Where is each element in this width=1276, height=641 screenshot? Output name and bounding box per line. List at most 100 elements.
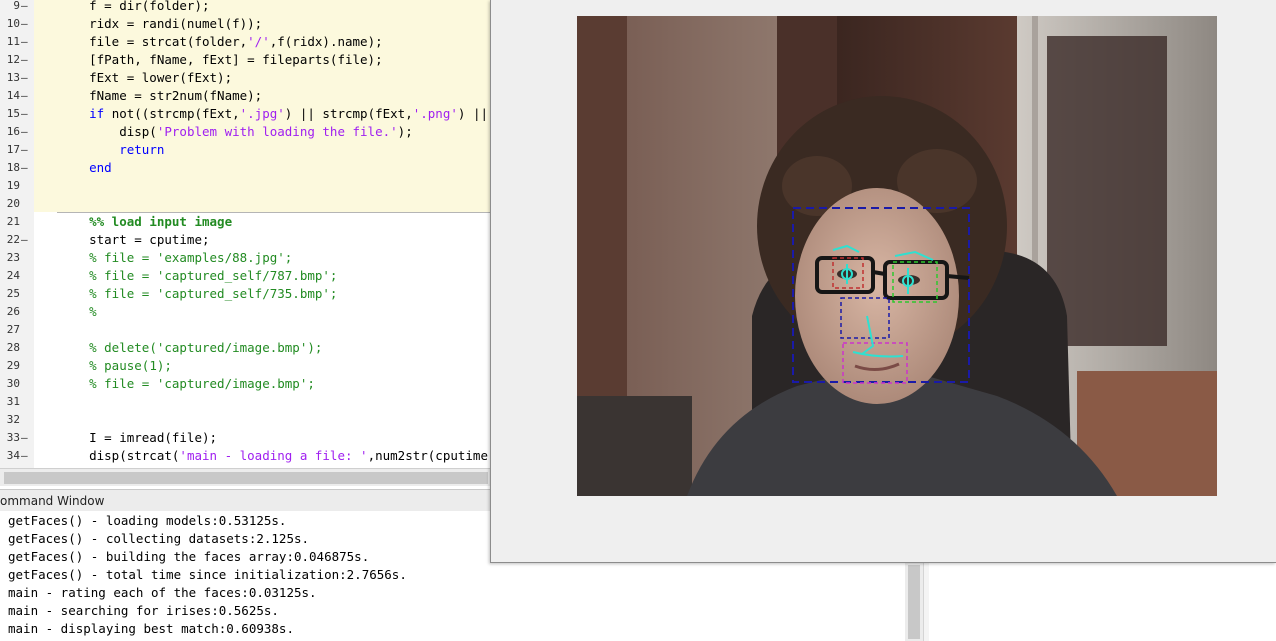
code-token: '/' (247, 34, 270, 49)
code-line[interactable]: 33– I = imread(file); (0, 429, 491, 447)
code-line[interactable]: 18– end (0, 159, 491, 177)
breakpoint-marker[interactable]: – (21, 141, 29, 159)
code-token: disp( (59, 124, 157, 139)
command-window-scroll-thumb[interactable] (908, 565, 920, 639)
code-text: ridx = randi(numel(f)); (59, 15, 262, 33)
line-number: 20 (6, 197, 20, 210)
code-token: % (89, 304, 97, 319)
line-number: 22 (6, 233, 20, 246)
code-token: fName = str2num(fName); (59, 88, 263, 103)
code-line[interactable]: 10– ridx = randi(numel(f)); (0, 15, 491, 33)
code-token: fExt = lower(fExt); (59, 70, 233, 85)
line-number: 19 (6, 179, 20, 192)
code-line[interactable]: 25 % file = 'captured_self/735.bmp'; (0, 285, 491, 303)
code-line[interactable]: 22– start = cputime; (0, 231, 491, 249)
code-text: disp('Problem with loading the file.'); (59, 123, 413, 141)
line-number: 32 (6, 413, 20, 426)
breakpoint-marker[interactable]: – (21, 33, 29, 51)
code-line[interactable]: 26 % (0, 303, 491, 321)
code-line[interactable]: 23 % file = 'examples/88.jpg'; (0, 249, 491, 267)
line-number: 29 (6, 359, 20, 372)
code-token: %% load input image (89, 214, 233, 229)
line-number: 27 (6, 323, 20, 336)
breakpoint-marker[interactable]: – (21, 159, 29, 177)
code-line[interactable]: 20 (0, 195, 491, 213)
line-number: 11 (6, 35, 20, 48)
code-text: % file = 'captured_self/735.bmp'; (59, 285, 337, 303)
code-token: f = dir(folder); (59, 0, 210, 13)
breakpoint-marker[interactable]: – (21, 123, 29, 141)
breakpoint-marker[interactable]: – (21, 105, 29, 123)
command-window-vertical-scrollbar[interactable] (905, 563, 923, 641)
code-line[interactable]: 29 % pause(1); (0, 357, 491, 375)
code-token: end (89, 160, 112, 175)
webcam-photo-with-face-detection (577, 16, 1217, 496)
code-token: '.png' (412, 106, 458, 121)
code-line[interactable]: 27 (0, 321, 491, 339)
code-line[interactable]: 31 (0, 393, 491, 411)
output-line: main - displaying best match:0.60938s. (8, 621, 294, 636)
code-line[interactable]: 17– return (0, 141, 491, 159)
output-line: getFaces() - building the faces array:0.… (8, 549, 370, 564)
code-line[interactable]: 14– fName = str2num(fName); (0, 87, 491, 105)
line-number: 31 (6, 395, 20, 408)
line-number: 30 (6, 377, 20, 390)
breakpoint-marker[interactable]: – (21, 15, 29, 33)
code-line[interactable]: 15– if not((strcmp(fExt,'.jpg') || strcm… (0, 105, 491, 123)
line-number: 33 (6, 431, 20, 444)
breakpoint-marker[interactable]: – (21, 87, 29, 105)
code-line[interactable]: 30 % file = 'captured/image.bmp'; (0, 375, 491, 393)
line-number: 23 (6, 251, 20, 264)
breakpoint-marker[interactable]: – (21, 0, 29, 15)
code-text: % file = 'captured/image.bmp'; (59, 375, 315, 393)
line-number: 9 (13, 0, 20, 12)
code-token: % file = 'captured_self/787.bmp'; (89, 268, 338, 283)
code-text: [fPath, fName, fExt] = fileparts(file); (59, 51, 383, 69)
code-line[interactable]: 16– disp('Problem with loading the file.… (0, 123, 491, 141)
code-line[interactable]: 9– f = dir(folder); (0, 0, 491, 15)
breakpoint-marker[interactable]: – (21, 69, 29, 87)
code-line[interactable]: 21 %% load input image (0, 213, 491, 231)
code-text: % file = 'captured_self/787.bmp'; (59, 267, 337, 285)
code-line[interactable]: 19 (0, 177, 491, 195)
code-text: end (59, 159, 112, 177)
code-editor[interactable]: 9– f = dir(folder); 10– ridx = randi(nume… (0, 0, 491, 468)
code-text: file = strcat(folder,'/',f(ridx).name); (59, 33, 383, 51)
line-number: 28 (6, 341, 20, 354)
code-text: %% load input image (59, 213, 232, 231)
code-line[interactable]: 12– [fPath, fName, fExt] = fileparts(fil… (0, 51, 491, 69)
code-token: I = imread(file); (59, 430, 218, 445)
code-line[interactable]: 28 % delete('captured/image.bmp'); (0, 339, 491, 357)
breakpoint-marker[interactable]: – (21, 447, 29, 465)
code-line[interactable]: 11– file = strcat(folder,'/',f(ridx).nam… (0, 33, 491, 51)
figure-window[interactable] (490, 0, 1276, 563)
code-text: return (59, 141, 164, 159)
code-line[interactable]: 32 (0, 411, 491, 429)
code-text: fName = str2num(fName); (59, 87, 262, 105)
code-line[interactable]: 34– disp(strcat('main - loading a file: … (0, 447, 491, 465)
code-token: return (119, 142, 165, 157)
breakpoint-marker[interactable]: – (21, 231, 29, 249)
line-number: 25 (6, 287, 20, 300)
output-line: getFaces() - total time since initializa… (8, 567, 407, 582)
editor-scroll-thumb[interactable] (4, 472, 488, 484)
code-line[interactable]: 24 % file = 'captured_self/787.bmp'; (0, 267, 491, 285)
code-token: % file = 'captured_self/735.bmp'; (89, 286, 338, 301)
breakpoint-marker[interactable]: – (21, 429, 29, 447)
line-number: 26 (6, 305, 20, 318)
code-token: file = strcat(folder, (59, 34, 248, 49)
code-token: '.jpg' (239, 106, 285, 121)
line-number: 10 (6, 17, 20, 30)
code-line[interactable]: 13– fExt = lower(fExt); (0, 69, 491, 87)
editor-horizontal-scrollbar[interactable] (0, 468, 491, 486)
line-number: 21 (6, 215, 20, 228)
breakpoint-marker[interactable]: – (21, 51, 29, 69)
